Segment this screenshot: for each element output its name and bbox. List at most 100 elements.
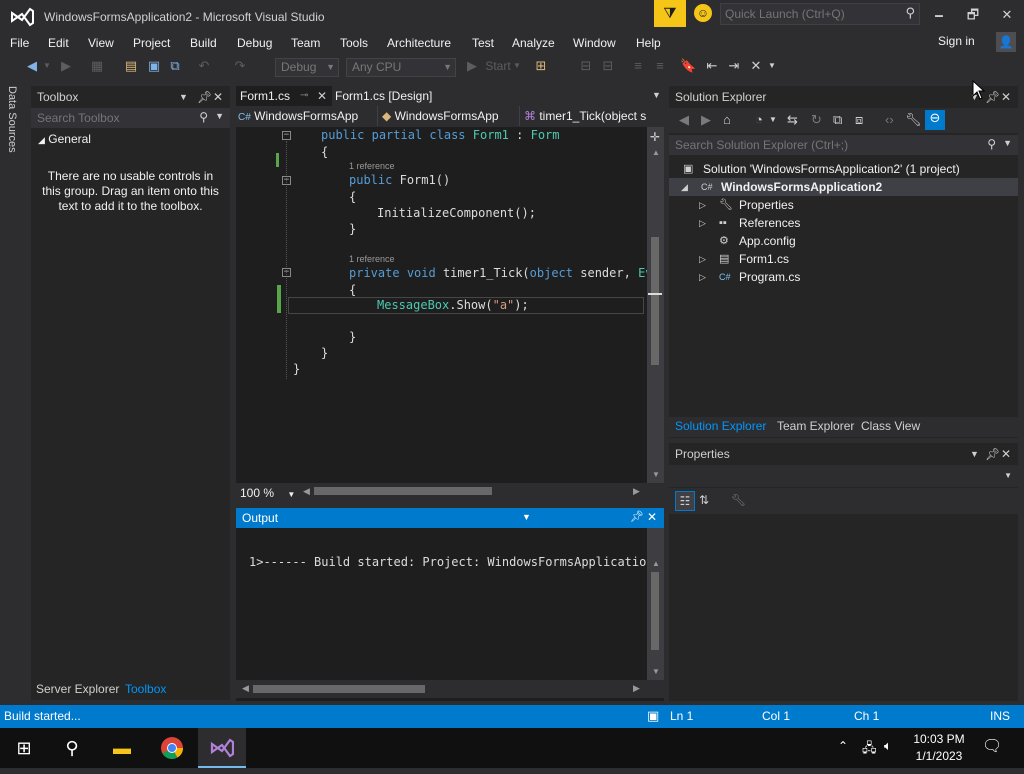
solution-explorer-search-input[interactable]	[669, 135, 949, 155]
format-icon[interactable]: ⊟	[578, 57, 594, 75]
network-icon[interactable]: 🖧	[862, 739, 877, 761]
scroll-up-icon[interactable]: ▲	[652, 148, 660, 157]
back-icon[interactable]: ◀	[679, 112, 689, 128]
output-hscroll-thumb[interactable]	[253, 685, 425, 693]
menu-analyze[interactable]: Analyze	[512, 34, 555, 54]
tab-team-explorer[interactable]: Team Explorer	[777, 419, 854, 433]
navigate-forward-icon[interactable]: ▶	[58, 57, 74, 75]
collapsed-triangle-icon[interactable]: ▷	[699, 214, 706, 232]
file-explorer-icon[interactable]: ▬	[98, 728, 146, 768]
chevron-down-icon[interactable]: ▼	[766, 57, 778, 75]
close-icon[interactable]: ✕	[1001, 443, 1011, 465]
find-in-files-icon[interactable]: ⊞	[532, 57, 550, 75]
editor-scroll-thumb[interactable]	[651, 237, 659, 365]
bookmark-icon[interactable]: 🔖	[680, 57, 696, 75]
minimize-button[interactable]: 🗕	[928, 6, 950, 24]
refresh-icon[interactable]: ↻	[811, 112, 822, 128]
member-dropdown[interactable]: ⌘ timer1_Tick(object s	[524, 106, 662, 126]
tree-item-project[interactable]: ◢ C# WindowsFormsApplication2	[669, 178, 1018, 196]
solution-configuration-dropdown[interactable]: Debug ▼	[275, 58, 339, 77]
scroll-left-icon[interactable]: ◀	[303, 486, 310, 497]
undo-icon[interactable]: ↶	[196, 57, 212, 75]
solution-explorer-search[interactable]: ⚲ ▼	[669, 135, 1018, 155]
menu-team[interactable]: Team	[291, 34, 320, 54]
properties-wrench-icon[interactable]: 🔧︎	[905, 112, 922, 128]
close-icon[interactable]: ✕	[213, 86, 223, 108]
sign-in-link[interactable]: Sign in	[938, 34, 975, 48]
close-icon[interactable]: ✕	[1001, 86, 1011, 108]
zoom-level[interactable]: 100 % ▼	[240, 486, 295, 500]
pending-changes-icon[interactable]: ◔	[755, 112, 763, 127]
scroll-right-icon[interactable]: ▶	[633, 486, 640, 497]
tree-item-app-config[interactable]: ⚙ App.config	[669, 232, 1018, 250]
restore-button[interactable]: 🗗	[962, 6, 984, 24]
property-pages-icon[interactable]: 🔧︎	[731, 493, 746, 507]
home-icon[interactable]: ⌂	[723, 112, 731, 127]
start-button[interactable]: Start	[483, 57, 513, 75]
codelens-reference[interactable]: 1 reference	[349, 254, 395, 264]
alphabetical-icon[interactable]: ⇅	[699, 493, 709, 507]
menu-build[interactable]: Build	[190, 34, 217, 54]
redo-icon[interactable]: ↷	[232, 57, 248, 75]
save-icon[interactable]: ▣	[146, 57, 162, 75]
collapse-icon[interactable]: −	[282, 131, 291, 140]
close-icon[interactable]: ✕	[647, 510, 657, 524]
notification-filter-icon[interactable]: ⧩	[654, 0, 686, 27]
toolbox-search-input[interactable]	[31, 108, 191, 128]
navigate-back-icon[interactable]: ◀	[24, 57, 40, 75]
output-window-icon[interactable]: ▣	[647, 708, 659, 724]
uncomment-icon[interactable]: ≡	[652, 57, 668, 75]
expand-triangle-icon[interactable]: ◢	[681, 178, 688, 196]
chevron-down-icon[interactable]: ▼	[769, 115, 777, 124]
menu-window[interactable]: Window	[573, 34, 616, 54]
chrome-icon[interactable]	[148, 728, 196, 768]
codelens-reference[interactable]: 1 reference	[349, 161, 395, 171]
type-dropdown[interactable]: ◆ WindowsFormsApp	[382, 106, 520, 126]
tree-item-properties[interactable]: ▷ 🔧︎ Properties	[669, 196, 1018, 214]
toolbox-group-general[interactable]: ◢ General	[38, 132, 91, 146]
feedback-smiley-icon[interactable]: ☺	[694, 4, 712, 22]
pin-icon[interactable]: 📌︎	[630, 510, 644, 523]
forward-icon[interactable]: ▶	[701, 112, 711, 128]
clear-bookmarks-icon[interactable]: ✕	[748, 57, 764, 75]
menu-architecture[interactable]: Architecture	[387, 34, 451, 54]
tab-solution-explorer[interactable]: Solution Explorer	[675, 419, 766, 433]
pin-icon[interactable]: ⊸	[300, 86, 308, 106]
quick-launch[interactable]: ⚲	[720, 3, 920, 25]
output-scroll-thumb[interactable]	[651, 572, 659, 650]
chevron-down-icon[interactable]: ▼	[179, 86, 188, 108]
prev-bookmark-icon[interactable]: ⇤	[704, 57, 720, 75]
project-dropdown[interactable]: C# WindowsFormsApp	[238, 106, 378, 126]
toolbox-search[interactable]: ⚲ ▼	[31, 108, 230, 128]
output-text[interactable]: 1>------ Build started: Project: Windows…	[249, 555, 647, 569]
chevron-down-icon[interactable]: ▼	[970, 443, 979, 465]
menu-debug[interactable]: Debug	[237, 34, 272, 54]
tab-form1-design[interactable]: Form1.cs [Design]	[331, 86, 471, 106]
tab-toolbox[interactable]: Toolbox	[125, 682, 166, 696]
show-all-files-icon[interactable]: ⧈	[855, 112, 863, 128]
open-file-icon[interactable]: ▤	[122, 57, 140, 75]
tab-server-explorer[interactable]: Server Explorer	[36, 682, 119, 696]
properties-object-dropdown[interactable]: ▼	[669, 465, 1018, 487]
menu-test[interactable]: Test	[472, 34, 494, 54]
scroll-right-icon[interactable]: ▶	[633, 683, 640, 694]
collapse-icon[interactable]: −	[282, 176, 291, 185]
chevron-up-icon[interactable]: ⌃	[838, 739, 848, 753]
code-area[interactable]: − public partial class Form1 : Form { 1 …	[236, 127, 647, 483]
close-window-button[interactable]: ✕	[996, 6, 1018, 24]
search-icon[interactable]: ⚲	[199, 110, 208, 124]
collapse-icon[interactable]: −	[282, 268, 291, 277]
collapsed-triangle-icon[interactable]: ▷	[699, 196, 706, 214]
search-icon[interactable]: ⚲	[48, 728, 96, 768]
editor-hscroll-thumb[interactable]	[314, 487, 492, 495]
visual-studio-logo-icon[interactable]	[10, 6, 34, 28]
platform-dropdown[interactable]: Any CPU ▼	[346, 58, 456, 77]
preview-selected-icon[interactable]: ⊖	[925, 110, 945, 130]
notifications-icon[interactable]: 🗨︎	[982, 736, 1002, 756]
volume-icon[interactable]: 🔈︎	[884, 738, 892, 754]
scroll-down-icon[interactable]: ▼	[652, 470, 660, 479]
quick-launch-input[interactable]	[721, 4, 897, 24]
menu-edit[interactable]: Edit	[48, 34, 69, 54]
save-all-icon[interactable]: ⧉	[166, 57, 184, 75]
collapse-all-icon[interactable]: ⧉	[833, 112, 842, 128]
